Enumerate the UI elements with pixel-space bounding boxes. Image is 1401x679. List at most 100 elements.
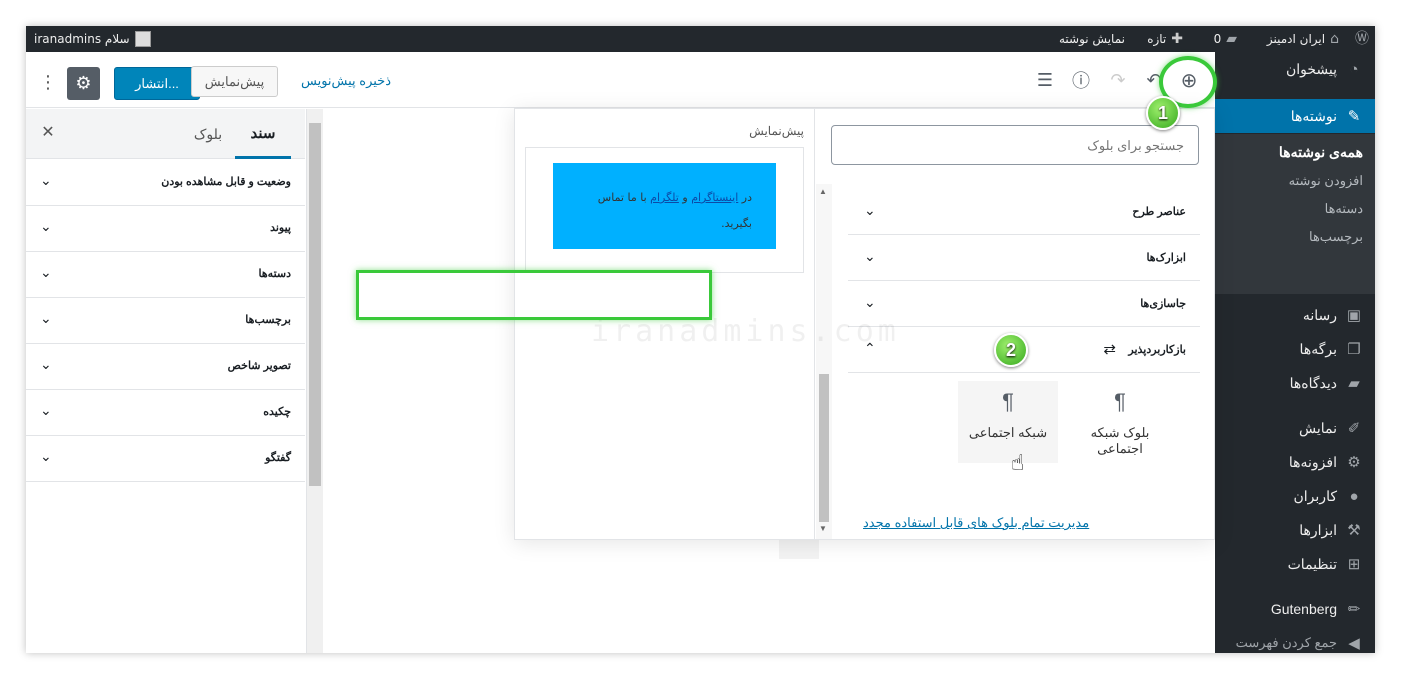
sidebar-item-plugins[interactable]: ⚙ افزونه‌ها	[1215, 445, 1375, 479]
gear-icon: ⚙	[75, 73, 92, 94]
avatar	[134, 31, 151, 47]
more-menu-button[interactable]: ⋮	[39, 68, 57, 98]
category-widgets[interactable]: ابزارک‌ها ⌄	[848, 235, 1200, 281]
paragraph-icon: ¶	[1114, 389, 1126, 414]
submenu-categories[interactable]: دسته‌ها	[1325, 201, 1363, 217]
greeting: سلام iranadmins	[34, 32, 130, 46]
sidebar-item-settings[interactable]: ⊞ تنظیمات	[1215, 547, 1375, 581]
category-layout[interactable]: عناصر طرح ⌄	[848, 189, 1200, 235]
info-button[interactable]: ⓘ	[1067, 66, 1095, 94]
chevron-down-icon: ⌄	[40, 264, 52, 280]
publish-button[interactable]: انتشار...	[114, 67, 200, 100]
sidebar-item-pages[interactable]: ❐ برگه‌ها	[1215, 332, 1375, 366]
manage-reusable-blocks-link[interactable]: مدیریت تمام بلوک های قابل استفاده مجدد	[863, 515, 1089, 531]
panel-row-categories[interactable]: دسته‌ها ⌄	[26, 252, 305, 298]
sidebar-item-dashboard[interactable]: ◔ پیشخوان	[1215, 52, 1375, 86]
sidebar-item-appearance[interactable]: ✐ نمایش	[1215, 411, 1375, 445]
chevron-down-icon: ⌄	[864, 202, 876, 218]
sidebar-item-media[interactable]: ▣ رسانه	[1215, 298, 1375, 332]
tab-block[interactable]: بلوک	[183, 109, 233, 159]
panel-row-status[interactable]: وضعیت و قابل مشاهده بودن ⌄	[26, 160, 305, 206]
comment-bubble-icon: ▰	[1226, 31, 1237, 47]
posts-submenu: همه‌ی نوشته‌ها افزودن نوشته دسته‌ها برچس…	[1215, 134, 1375, 294]
site-name: ایران ادمینز	[1266, 32, 1326, 46]
panel-row-tags[interactable]: برچسب‌ها ⌄	[26, 298, 305, 344]
wp-logo[interactable]: Ⓦ	[1355, 26, 1369, 52]
home-icon: ⌂	[1330, 31, 1339, 47]
annotation-badge-1: 1	[1146, 96, 1180, 130]
block-item-social[interactable]: ¶ شبکه اجتماعی	[958, 381, 1058, 463]
media-icon: ▣	[1346, 307, 1362, 324]
close-icon: ✕	[41, 124, 55, 141]
chevron-down-icon: ⌄	[40, 402, 52, 418]
category-label: جاسازی‌ها	[1140, 298, 1186, 310]
sidebar-item-label: افزونه‌ها	[1288, 453, 1337, 470]
block-search-box[interactable]	[831, 125, 1199, 165]
annotation-badge-2: 2	[994, 333, 1028, 367]
settings-icon: ⊞	[1347, 556, 1361, 573]
panel-row-permalink[interactable]: پیوند ⌄	[26, 206, 305, 252]
panel-row-excerpt[interactable]: چکیده ⌄	[26, 390, 305, 436]
new-content-link[interactable]: ✚ تازه	[1147, 26, 1183, 52]
sidebar-item-label: جمع کردن فهرست	[1235, 635, 1337, 650]
sidebar-item-label: پیشخوان	[1285, 60, 1337, 77]
sidebar-item-tools[interactable]: ⚒ ابزارها	[1215, 513, 1375, 547]
preview-link-telegram: تلگرام	[650, 191, 679, 204]
scrollbar-thumb[interactable]	[819, 374, 829, 522]
sidebar-item-label: Gutenberg	[1270, 601, 1337, 617]
panel-row-featured-image[interactable]: تصویر شاخص ⌄	[26, 344, 305, 390]
preview-link-instagram: اینستاگرام	[691, 191, 739, 204]
admin-bar: Ⓦ ⌂ ایران ادمینز ▰ 0 ✚ تازه نمایش نوشته سلا…	[26, 26, 1375, 52]
info-icon: ⓘ	[1072, 71, 1090, 92]
my-account[interactable]: سلام iranadmins	[34, 26, 151, 52]
sidebar-item-comments[interactable]: ▰ دیدگاه‌ها	[1215, 366, 1375, 400]
tab-document[interactable]: سند	[235, 109, 291, 159]
panel-row-label: تصویر شاخص	[227, 360, 291, 372]
more-vertical-icon: ⋮	[39, 72, 57, 93]
panel-scrollbar[interactable]	[307, 109, 323, 653]
site-name-link[interactable]: ⌂ ایران ادمینز	[1267, 26, 1339, 52]
panel-row-label: دسته‌ها	[258, 268, 291, 280]
outline-button[interactable]: ☰	[1031, 66, 1059, 94]
sidebar-collapse-menu[interactable]: ◀ جمع کردن فهرست	[1215, 626, 1375, 653]
redo-icon: ↷	[1110, 69, 1126, 91]
panel-row-discussion[interactable]: گفتگو ⌄	[26, 436, 305, 482]
sidebar-item-label: دیدگاه‌ها	[1289, 374, 1337, 391]
comments-link[interactable]: ▰ 0	[1214, 26, 1237, 52]
panel-row-label: چکیده	[263, 406, 291, 418]
redo-button[interactable]: ↷	[1104, 66, 1132, 94]
preview-button[interactable]: پیش‌نمایش	[191, 66, 278, 97]
block-search-input[interactable]	[832, 126, 1198, 164]
sidebar-item-gutenberg[interactable]: ✏ Gutenberg	[1215, 592, 1375, 626]
panel-row-label: وضعیت و قابل مشاهده بودن	[161, 176, 291, 188]
scroll-up-icon[interactable]: ▲	[819, 187, 827, 196]
save-draft-link[interactable]: ذخیره پیش‌نویس	[301, 73, 391, 89]
submenu-tags[interactable]: برچسب‌ها	[1309, 229, 1363, 245]
pin-icon: ✎	[1347, 108, 1361, 125]
settings-toggle-button[interactable]: ⚙	[67, 67, 100, 100]
close-panel-button[interactable]: ✕	[38, 123, 58, 143]
brush-icon: ✐	[1347, 420, 1361, 437]
sidebar-item-users[interactable]: ● کاربران	[1215, 479, 1375, 513]
submenu-add-post[interactable]: افزودن نوشته	[1289, 173, 1363, 189]
panel-row-label: برچسب‌ها	[245, 314, 291, 326]
sidebar-item-posts[interactable]: ✎ نوشته‌ها	[1207, 99, 1375, 133]
preview-box: در اینستاگرام و تلگرام با ما تماس بگیرید…	[525, 147, 804, 273]
sidebar-item-label: کاربران	[1293, 487, 1337, 504]
panel-row-label: گفتگو	[265, 452, 291, 464]
chevron-down-icon: ⌄	[40, 218, 52, 234]
preview-content: در اینستاگرام و تلگرام با ما تماس بگیرید…	[553, 163, 776, 249]
wrench-icon: ⚒	[1347, 522, 1361, 539]
block-list-scrollbar[interactable]: ▲ ▼	[816, 184, 832, 539]
preview-text: و	[678, 191, 692, 204]
view-post-link[interactable]: نمایش نوشته	[1059, 26, 1125, 52]
panel-row-label: پیوند	[270, 222, 291, 234]
block-item-social-block[interactable]: ¶ بلوک شبکه اجتماعی	[1070, 381, 1170, 463]
scroll-down-icon[interactable]: ▼	[819, 524, 827, 533]
chevron-down-icon: ⌄	[40, 172, 52, 188]
category-embeds[interactable]: جاسازی‌ها ⌄	[848, 281, 1200, 327]
scrollbar-thumb[interactable]	[309, 123, 321, 486]
block-item-label: شبکه اجتماعی	[968, 425, 1048, 440]
submenu-all-posts[interactable]: همه‌ی نوشته‌ها	[1279, 144, 1363, 161]
pencil-icon: ✏	[1347, 601, 1361, 618]
